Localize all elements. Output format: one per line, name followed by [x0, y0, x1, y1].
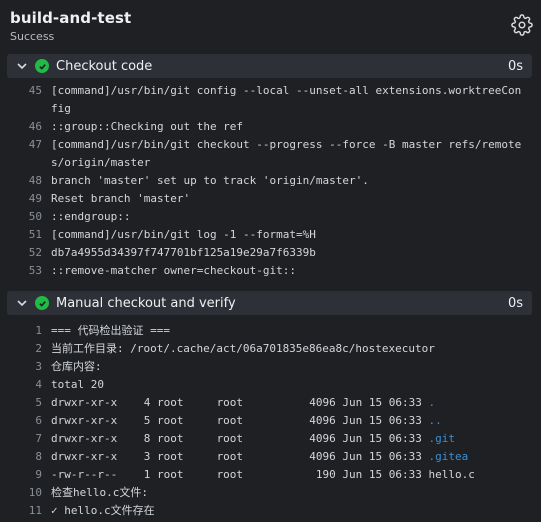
step-duration: 0s — [507, 295, 523, 311]
dir-link[interactable]: .gitea — [429, 450, 469, 463]
log-text: ::remove-matcher owner=checkout-git:: — [51, 264, 297, 277]
line-number[interactable]: 10 — [0, 484, 51, 502]
chevron-down-icon[interactable] — [11, 291, 33, 315]
log-line: 4 total 20 — [0, 376, 541, 394]
success-check-icon — [35, 59, 49, 73]
log-text: Reset branch 'master' — [51, 192, 191, 205]
line-number[interactable]: 6 — [0, 412, 51, 430]
line-number[interactable]: 50 — [0, 208, 51, 226]
line-number[interactable]: 8 — [0, 448, 51, 466]
log-line: 7 drwxr-xr-x 8 root root 4096 Jun 15 06:3… — [0, 430, 541, 448]
dir-link[interactable]: .git — [429, 432, 456, 445]
log-line: 45 [command]/usr/bin/git config --local -… — [0, 82, 541, 118]
job-header: build-and-test Success — [10, 9, 533, 45]
log-line: 10 检查hello.c文件: — [0, 484, 541, 502]
log-line: 5 drwxr-xr-x 4 root root 4096 Jun 15 06:3… — [0, 394, 541, 412]
line-number[interactable]: 51 — [0, 226, 51, 244]
log-line: 49 Reset branch 'master' — [0, 190, 541, 208]
step-duration: 0s — [507, 58, 523, 74]
job-status: Success — [10, 30, 55, 43]
step-log-checkout-code: 45 [command]/usr/bin/git config --local -… — [0, 82, 541, 280]
line-number[interactable]: 53 — [0, 262, 51, 280]
line-number[interactable]: 46 — [0, 118, 51, 136]
log-text: db7a4955d34397f747701bf125a19e29a7f6339b — [51, 246, 316, 259]
line-number[interactable]: 47 — [0, 136, 51, 172]
log-text: [command]/usr/bin/git config --local --u… — [51, 84, 522, 115]
log-text: drwxr-xr-x 8 root root 4096 Jun 15 06:33… — [51, 430, 523, 448]
log-line: 51 [command]/usr/bin/git log -1 --format=… — [0, 226, 541, 244]
log-line: 48 branch 'master' set up to track 'origi… — [0, 172, 541, 190]
log-text-prefix: drwxr-xr-x 8 root root 4096 Jun 15 06:33 — [51, 432, 429, 445]
log-line: 9 -rw-r--r-- 1 root root 190 Jun 15 06:33… — [0, 466, 541, 484]
log-text: 检查hello.c文件: — [51, 486, 148, 499]
log-text: drwxr-xr-x 4 root root 4096 Jun 15 06:33… — [51, 394, 523, 412]
log-line: 11 ✓ hello.c文件存在 — [0, 502, 541, 520]
log-text: branch 'master' set up to track 'origin/… — [51, 174, 369, 187]
log-text-prefix: drwxr-xr-x 5 root root 4096 Jun 15 06:33 — [51, 414, 429, 427]
log-line: 6 drwxr-xr-x 5 root root 4096 Jun 15 06:3… — [0, 412, 541, 430]
step-header-manual-checkout-and-verify[interactable]: Manual checkout and verify 0s — [7, 291, 532, 315]
line-number[interactable]: 11 — [0, 502, 51, 520]
log-text: === 代码检出验证 === — [51, 324, 170, 337]
step-header-checkout-code[interactable]: Checkout code 0s — [7, 54, 532, 78]
dir-link[interactable]: . — [429, 396, 436, 409]
line-number[interactable]: 3 — [0, 358, 51, 376]
log-line: 46::group::Checking out the ref — [0, 118, 541, 136]
line-number[interactable]: 49 — [0, 190, 51, 208]
log-line: 52 db7a4955d34397f747701bf125a19e29a7f633… — [0, 244, 541, 262]
line-number[interactable]: 4 — [0, 376, 51, 394]
job-title: build-and-test — [10, 9, 132, 27]
log-line: 8 drwxr-xr-x 3 root root 4096 Jun 15 06:3… — [0, 448, 541, 466]
line-number[interactable]: 5 — [0, 394, 51, 412]
dir-link[interactable]: .. — [429, 414, 442, 427]
log-text: 仓库内容: — [51, 360, 102, 373]
chevron-down-icon[interactable] — [11, 54, 33, 78]
step-log-manual-checkout-and-verify: 1 === 代码检出验证 === 2 当前工作目录: /root/.cache/ac… — [0, 322, 541, 520]
log-line: 1 === 代码检出验证 === — [0, 322, 541, 340]
line-number[interactable]: 52 — [0, 244, 51, 262]
line-number[interactable]: 1 — [0, 322, 51, 340]
line-number[interactable]: 45 — [0, 82, 51, 118]
log-line: 2 当前工作目录: /root/.cache/act/06a701835e86ea… — [0, 340, 541, 358]
log-text-prefix: drwxr-xr-x 4 root root 4096 Jun 15 06:33 — [51, 396, 429, 409]
log-text: ::group::Checking out the ref — [51, 120, 244, 133]
log-line: 47 [command]/usr/bin/git checkout --progr… — [0, 136, 541, 172]
log-text: [command]/usr/bin/git checkout --progres… — [51, 138, 522, 169]
log-text: ::endgroup:: — [51, 210, 131, 223]
line-number[interactable]: 48 — [0, 172, 51, 190]
line-number[interactable]: 7 — [0, 430, 51, 448]
gear-icon[interactable] — [511, 14, 533, 36]
success-check-icon — [35, 296, 49, 310]
log-text: total 20 — [51, 378, 104, 391]
step-name: Checkout code — [56, 58, 153, 74]
log-text: ✓ hello.c文件存在 — [51, 504, 155, 517]
log-line: 50::endgroup:: — [0, 208, 541, 226]
log-line: 3 仓库内容: — [0, 358, 541, 376]
log-text: [command]/usr/bin/git log -1 --format=%H — [51, 228, 316, 241]
step-name: Manual checkout and verify — [56, 295, 236, 311]
log-text-prefix: drwxr-xr-x 3 root root 4096 Jun 15 06:33 — [51, 450, 429, 463]
line-number[interactable]: 2 — [0, 340, 51, 358]
log-line: 53::remove-matcher owner=checkout-git:: — [0, 262, 541, 280]
log-text: drwxr-xr-x 5 root root 4096 Jun 15 06:33… — [51, 412, 523, 430]
log-text: 当前工作目录: /root/.cache/act/06a701835e86ea8… — [51, 342, 435, 355]
log-text: drwxr-xr-x 3 root root 4096 Jun 15 06:33… — [51, 448, 523, 466]
log-text: -rw-r--r-- 1 root root 190 Jun 15 06:33 … — [51, 468, 475, 481]
line-number[interactable]: 9 — [0, 466, 51, 484]
